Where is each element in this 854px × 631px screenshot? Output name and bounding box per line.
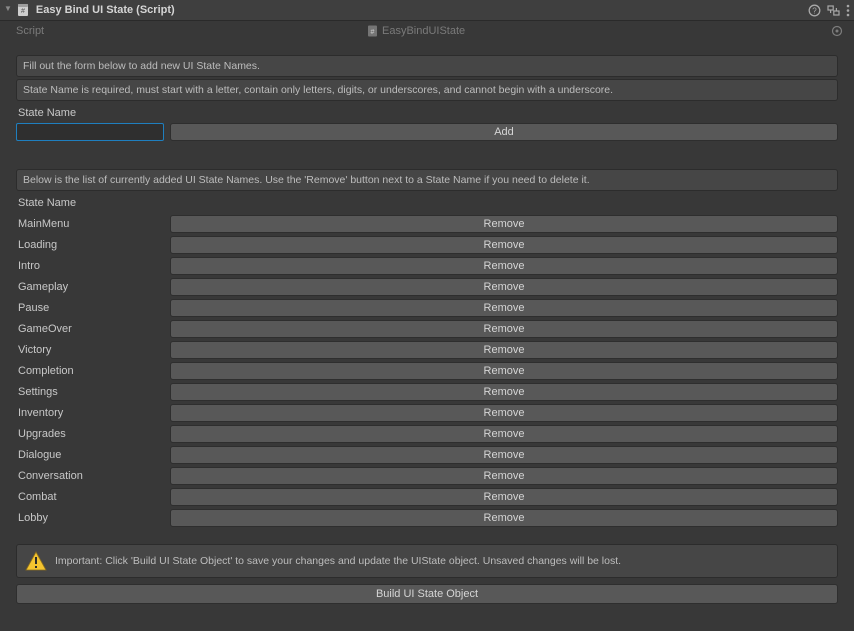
state-name-cell: Victory: [16, 344, 170, 356]
script-component-icon: #: [16, 3, 30, 17]
component-title: Easy Bind UI State (Script): [36, 4, 175, 16]
remove-button[interactable]: Remove: [170, 320, 838, 338]
state-row: PauseRemove: [16, 297, 838, 318]
remove-button[interactable]: Remove: [170, 509, 838, 527]
state-row: VictoryRemove: [16, 339, 838, 360]
helpbox-list-info: Below is the list of currently added UI …: [16, 169, 838, 191]
svg-text:?: ?: [812, 6, 817, 15]
warning-icon: [25, 551, 47, 571]
state-name-cell: Settings: [16, 386, 170, 398]
state-row: CompletionRemove: [16, 360, 838, 381]
state-list: MainMenuRemoveLoadingRemoveIntroRemoveGa…: [16, 213, 838, 528]
state-row: CombatRemove: [16, 486, 838, 507]
remove-button[interactable]: Remove: [170, 257, 838, 275]
component-header: ▼ # Easy Bind UI State (Script) ?: [0, 0, 854, 21]
remove-button[interactable]: Remove: [170, 236, 838, 254]
state-name-cell: GameOver: [16, 323, 170, 335]
svg-text:#: #: [21, 8, 25, 15]
remove-button[interactable]: Remove: [170, 278, 838, 296]
remove-button[interactable]: Remove: [170, 383, 838, 401]
state-name-cell: Lobby: [16, 512, 170, 524]
script-field-row: Script # EasyBindUIState: [0, 21, 854, 41]
state-name-input[interactable]: [16, 123, 164, 141]
state-name-cell: Conversation: [16, 470, 170, 482]
help-icon[interactable]: ?: [808, 4, 821, 17]
state-row: ConversationRemove: [16, 465, 838, 486]
state-row: UpgradesRemove: [16, 423, 838, 444]
remove-button[interactable]: Remove: [170, 299, 838, 317]
state-name-cell: Upgrades: [16, 428, 170, 440]
object-picker-icon[interactable]: [830, 24, 844, 38]
helpbox-rules-info: State Name is required, must start with …: [16, 79, 838, 101]
presets-icon[interactable]: [827, 4, 840, 17]
state-name-cell: Intro: [16, 260, 170, 272]
state-name-cell: Gameplay: [16, 281, 170, 293]
state-name-cell: Dialogue: [16, 449, 170, 461]
state-name-cell: Pause: [16, 302, 170, 314]
add-state-row: Add: [16, 123, 838, 141]
state-name-cell: Combat: [16, 491, 170, 503]
remove-button[interactable]: Remove: [170, 341, 838, 359]
state-row: SettingsRemove: [16, 381, 838, 402]
context-menu-icon[interactable]: [846, 4, 850, 17]
state-row: GameOverRemove: [16, 318, 838, 339]
remove-button[interactable]: Remove: [170, 425, 838, 443]
state-row: DialogueRemove: [16, 444, 838, 465]
remove-button[interactable]: Remove: [170, 362, 838, 380]
state-name-cell: MainMenu: [16, 218, 170, 230]
remove-button[interactable]: Remove: [170, 467, 838, 485]
script-file-icon: #: [367, 25, 378, 37]
state-row: MainMenuRemove: [16, 213, 838, 234]
script-reference-name: EasyBindUIState: [382, 25, 465, 37]
warning-box: Important: Click 'Build UI State Object'…: [16, 544, 838, 578]
state-row: LobbyRemove: [16, 507, 838, 528]
state-name-cell: Completion: [16, 365, 170, 377]
state-row: LoadingRemove: [16, 234, 838, 255]
remove-button[interactable]: Remove: [170, 215, 838, 233]
remove-button[interactable]: Remove: [170, 404, 838, 422]
script-field-value: # EasyBindUIState: [365, 24, 838, 38]
svg-text:#: #: [371, 29, 375, 36]
remove-button[interactable]: Remove: [170, 446, 838, 464]
remove-button[interactable]: Remove: [170, 488, 838, 506]
helpbox-form-info: Fill out the form below to add new UI St…: [16, 55, 838, 77]
state-name-cell: Inventory: [16, 407, 170, 419]
add-button[interactable]: Add: [170, 123, 838, 141]
state-row: GameplayRemove: [16, 276, 838, 297]
warning-text: Important: Click 'Build UI State Object'…: [55, 555, 621, 567]
build-ui-state-button[interactable]: Build UI State Object: [16, 584, 838, 604]
state-list-header: State Name: [18, 197, 838, 209]
state-row: IntroRemove: [16, 255, 838, 276]
state-name-input-label: State Name: [18, 107, 838, 119]
state-name-cell: Loading: [16, 239, 170, 251]
script-field-label: Script: [16, 25, 365, 37]
foldout-toggle-icon[interactable]: ▼: [4, 5, 12, 13]
state-row: InventoryRemove: [16, 402, 838, 423]
